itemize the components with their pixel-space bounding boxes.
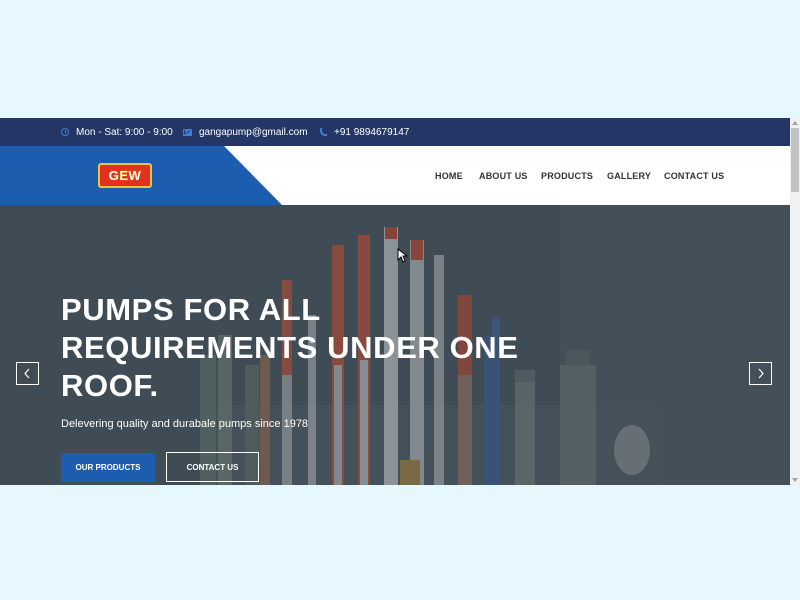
nav-gallery[interactable]: GALLERY — [607, 146, 651, 205]
hero-title-line: ROOF. — [61, 368, 159, 403]
mouse-cursor-icon — [397, 248, 409, 263]
nav-about-us[interactable]: ABOUT US — [479, 146, 528, 205]
contact-topbar: Mon - Sat: 9:00 - 9:00 gangapump@gmail.c… — [0, 118, 790, 146]
clock-icon — [61, 128, 69, 136]
hero-subtitle: Delevering quality and durabale pumps si… — [61, 418, 309, 430]
hero-title-line: PUMPS FOR ALL — [61, 292, 321, 327]
site-logo[interactable]: GEW — [98, 163, 152, 188]
phone-info[interactable]: +91 9894679147 — [320, 118, 409, 146]
our-products-button[interactable]: OUR PRODUCTS — [61, 453, 155, 482]
hero-title-line: REQUIREMENTS UNDER ONE — [61, 330, 519, 365]
email-info[interactable]: gangapump@gmail.com — [183, 118, 308, 146]
envelope-icon — [183, 128, 192, 136]
hero-title: PUMPS FOR ALL REQUIREMENTS UNDER ONE ROO… — [61, 291, 621, 405]
main-navbar: GEW HOME ABOUT US PRODUCTS GALLERY CONTA… — [0, 146, 790, 205]
nav-products[interactable]: PRODUCTS — [541, 146, 593, 205]
scroll-down-arrow-icon[interactable] — [792, 478, 798, 482]
slider-next-button[interactable] — [749, 362, 772, 385]
hero-slider: PUMPS FOR ALL REQUIREMENTS UNDER ONE ROO… — [0, 205, 790, 485]
nav-contact-us[interactable]: CONTACT US — [664, 146, 724, 205]
slider-prev-button[interactable] — [16, 362, 39, 385]
hours-info: Mon - Sat: 9:00 - 9:00 — [61, 118, 173, 146]
scroll-up-arrow-icon[interactable] — [792, 121, 798, 125]
chevron-right-icon — [758, 368, 764, 379]
page-scrollbar[interactable] — [790, 118, 800, 485]
contact-us-button[interactable]: CONTACT US — [166, 452, 259, 482]
phone-link[interactable]: +91 9894679147 — [334, 127, 409, 138]
logo-text: GEW — [108, 168, 142, 183]
email-link[interactable]: gangapump@gmail.com — [199, 127, 308, 138]
scrollbar-thumb[interactable] — [791, 128, 799, 192]
browser-viewport: Mon - Sat: 9:00 - 9:00 gangapump@gmail.c… — [0, 118, 800, 485]
hours-text: Mon - Sat: 9:00 - 9:00 — [76, 126, 173, 138]
phone-icon — [320, 128, 327, 136]
chevron-left-icon — [24, 368, 30, 379]
nav-home[interactable]: HOME — [435, 146, 463, 205]
